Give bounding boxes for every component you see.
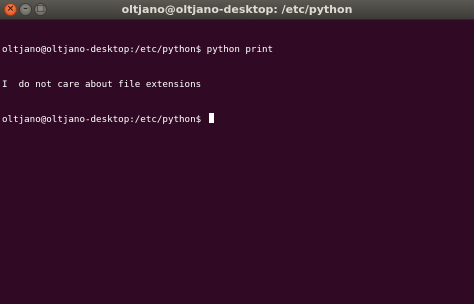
terminal-line-command: oltjano@oltjano-desktop:/etc/python$ pyt… [2,44,274,55]
text-cursor [208,113,214,123]
window-title: oltjano@oltjano-desktop: /etc/python [121,3,353,16]
terminal-line-output: I do not care about file extensions [2,78,202,90]
terminal-prompt: oltjano@oltjano-desktop:/etc/python$ [2,114,207,125]
terminal-output[interactable]: oltjano@oltjano-desktop:/etc/python$ pyt… [0,20,474,304]
terminal-prompt-line[interactable]: oltjano@oltjano-desktop:/etc/python$ [2,113,474,125]
title-bar[interactable]: × – □ oltjano@oltjano-desktop: /etc/pyth… [0,0,474,20]
terminal-window: × – □ oltjano@oltjano-desktop: /etc/pyth… [0,0,474,304]
